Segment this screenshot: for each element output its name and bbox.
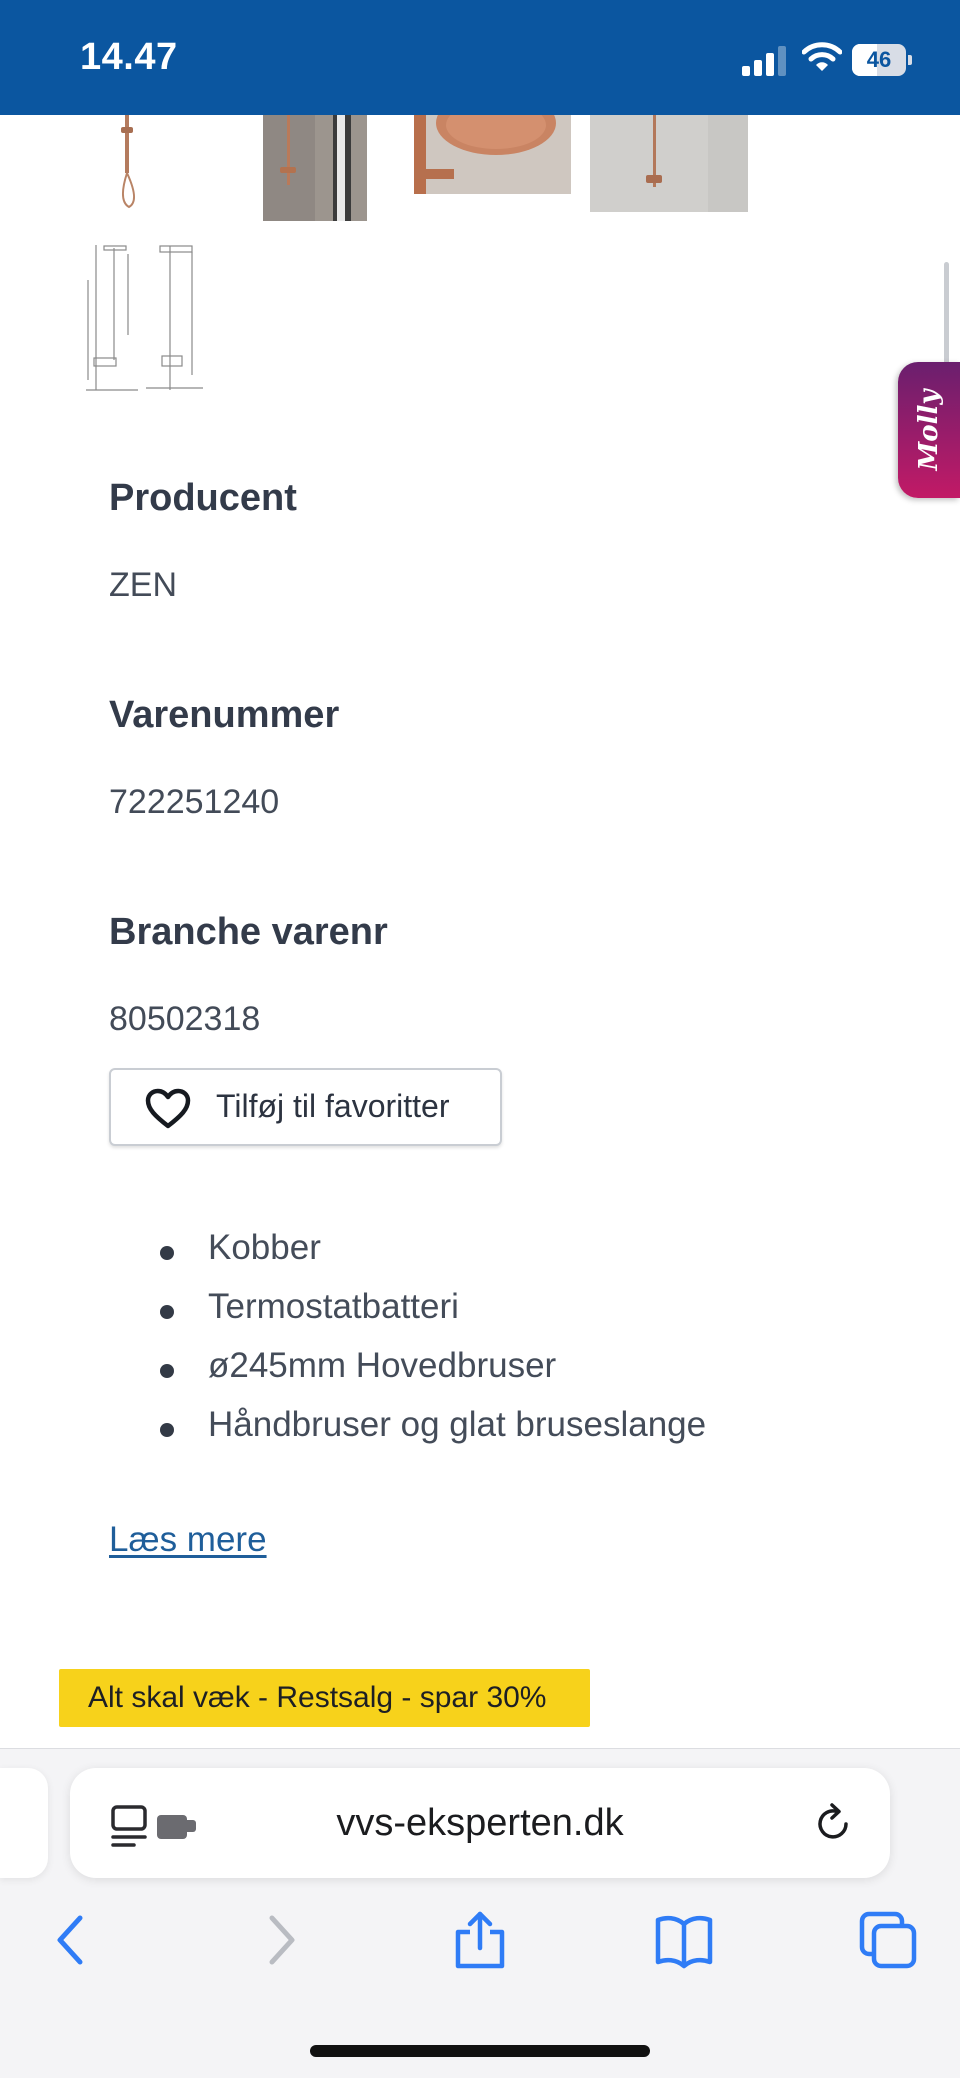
molly-label: Molly bbox=[914, 389, 944, 471]
list-item: Termostatbatteri bbox=[160, 1287, 706, 1346]
promo-label: Alt skal væk - Restsalg - spar 30% bbox=[88, 1681, 547, 1714]
battery-icon: 46 bbox=[852, 44, 912, 76]
status-time: 14.47 bbox=[80, 36, 178, 78]
battery-level: 46 bbox=[866, 47, 892, 72]
gallery-thumbnail-2[interactable] bbox=[263, 115, 367, 221]
gallery-thumbnail-4[interactable] bbox=[590, 115, 748, 212]
spec-heading-producent: Producent bbox=[109, 477, 297, 519]
tabs-icon[interactable] bbox=[858, 1910, 918, 1970]
list-item: Håndbruser og glat bruseslange bbox=[160, 1405, 706, 1464]
list-item: Kobber bbox=[160, 1228, 706, 1287]
list-item: ø245mm Hovedbruser bbox=[160, 1346, 706, 1405]
gallery-thumbnail-1[interactable] bbox=[96, 115, 208, 215]
feature-list: Kobber Termostatbatteri ø245mm Hovedbrus… bbox=[160, 1228, 706, 1464]
reload-icon[interactable] bbox=[812, 1802, 854, 1844]
book-icon[interactable] bbox=[654, 1910, 714, 1970]
spec-value-branche-varenr: 80502318 bbox=[109, 1000, 261, 1038]
read-more-link[interactable]: Læs mere bbox=[109, 1520, 267, 1560]
gallery-thumbnail-3[interactable] bbox=[414, 115, 571, 194]
share-icon[interactable] bbox=[450, 1910, 510, 1970]
spec-value-varenummer: 722251240 bbox=[109, 783, 280, 821]
spec-heading-branche-varenr: Branche varenr bbox=[109, 911, 388, 953]
shower-system-image bbox=[96, 115, 208, 215]
wifi-icon bbox=[802, 42, 842, 71]
technical-drawing-image bbox=[78, 240, 208, 398]
add-to-favorites-label: Tilføj til favoritter bbox=[216, 1088, 450, 1124]
url-text: vvs-eksperten.dk bbox=[336, 1802, 624, 1844]
cellular-signal-icon bbox=[742, 44, 786, 76]
address-bar[interactable]: vvs-eksperten.dk bbox=[70, 1768, 890, 1878]
molly-chat-tab[interactable]: Molly bbox=[898, 362, 960, 498]
promo-banner[interactable]: Alt skal væk - Restsalg - spar 30% bbox=[59, 1669, 590, 1727]
previous-tab-preview[interactable] bbox=[0, 1768, 48, 1878]
shower-installed-image bbox=[263, 115, 367, 221]
spec-value-producent: ZEN bbox=[109, 566, 177, 604]
status-bar: 14.47 46 bbox=[0, 0, 960, 115]
chevron-left-icon[interactable] bbox=[42, 1910, 102, 1970]
gallery-thumbnail-5[interactable] bbox=[78, 240, 208, 398]
shower-head-closeup-image bbox=[414, 115, 571, 194]
heart-icon bbox=[145, 1088, 191, 1129]
add-to-favorites-button[interactable]: Tilføj til favoritter bbox=[109, 1068, 502, 1146]
spec-heading-varenummer: Varenummer bbox=[109, 694, 340, 736]
hand-shower-image bbox=[590, 115, 748, 212]
chevron-right-icon[interactable] bbox=[250, 1910, 310, 1970]
home-indicator bbox=[310, 2045, 650, 2057]
